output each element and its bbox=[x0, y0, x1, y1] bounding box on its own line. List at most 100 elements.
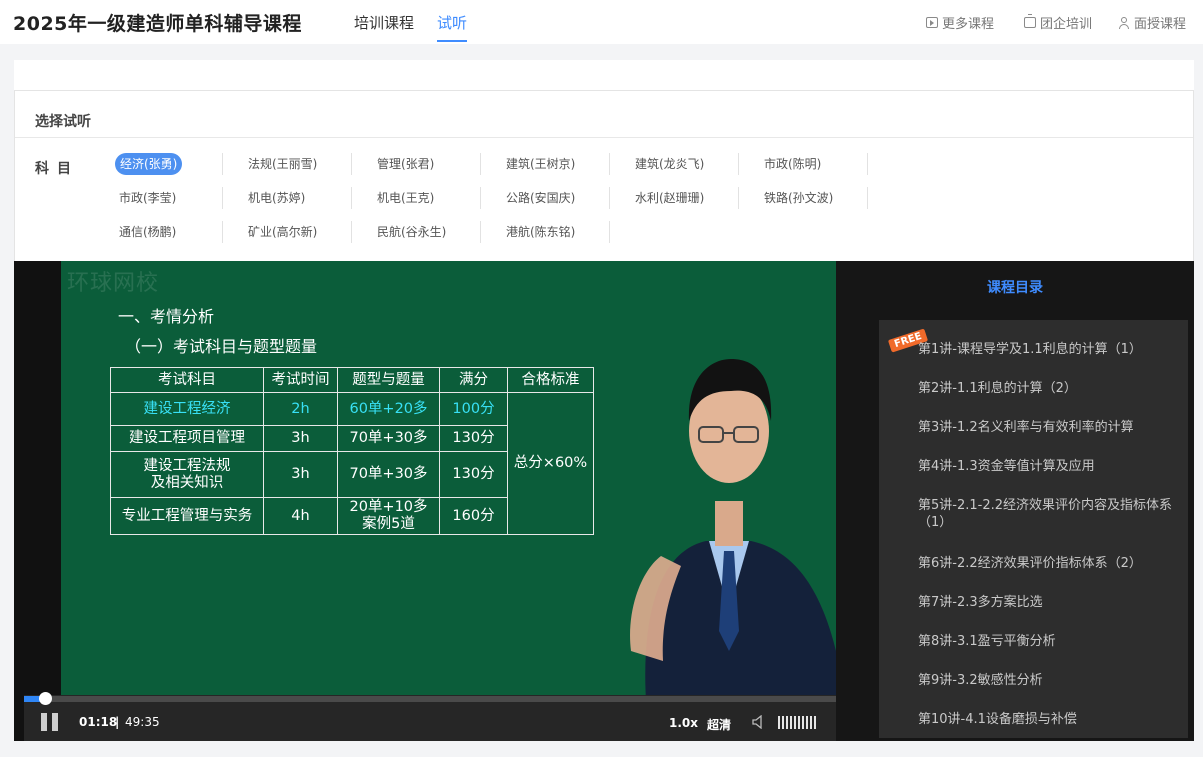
subject-option[interactable]: 水利(赵珊珊) bbox=[631, 187, 708, 209]
subject-option[interactable]: 法规(王丽雪) bbox=[244, 153, 321, 175]
divider bbox=[480, 153, 481, 175]
subject-option[interactable]: 建筑(龙炎飞) bbox=[631, 153, 708, 175]
subject-option[interactable]: 机电(王克) bbox=[373, 187, 438, 209]
table-cell: 4h bbox=[263, 497, 338, 535]
time-divider: | bbox=[115, 715, 120, 729]
watermark: 环球网校 bbox=[67, 271, 160, 296]
subject-option[interactable]: 市政(李莹) bbox=[115, 187, 180, 209]
subject-label: 科目 bbox=[35, 161, 79, 177]
divider bbox=[15, 137, 1193, 138]
current-time: 01:18 bbox=[79, 715, 118, 729]
table-cell: 130分 bbox=[439, 425, 508, 452]
page-title: 2025年一级建造师单科辅导课程 bbox=[13, 13, 302, 35]
video-frame: 环球网校 一、考情分析 （一）考试科目与题型题量 考试科目 考试时间 题型与题量… bbox=[61, 261, 836, 701]
progress-bar[interactable] bbox=[24, 692, 874, 705]
progress-handle[interactable] bbox=[39, 692, 53, 705]
course-catalog: 课程目录 FREE 第1讲-课程导学及1.1利息的计算（1） 第2讲-1.1利息的… bbox=[836, 261, 1194, 741]
table-cell: 2h bbox=[263, 392, 338, 426]
lesson-item[interactable]: 第5讲-2.1-2.2经济效果评价内容及指标体系（1） bbox=[918, 497, 1188, 531]
table-cell: 60单+20多 bbox=[337, 392, 440, 426]
volume-slider[interactable] bbox=[778, 716, 818, 729]
lesson-item[interactable]: 第9讲-3.2敏感性分析 bbox=[918, 672, 1188, 689]
divider bbox=[609, 187, 610, 209]
table-cell: 3h bbox=[263, 425, 338, 452]
group-training-link[interactable]: 团企培训 bbox=[1024, 13, 1092, 32]
lesson-item[interactable]: 第7讲-2.3多方案比选 bbox=[918, 594, 1188, 611]
top-bar: 2025年一级建造师单科辅导课程 培训课程 试听 更多课程 团企培训 面授课程 bbox=[0, 0, 1203, 44]
divider bbox=[867, 153, 868, 175]
subject-option[interactable]: 管理(张君) bbox=[373, 153, 438, 175]
lecturer-image bbox=[630, 359, 836, 701]
slide-heading: 一、考情分析 bbox=[118, 307, 215, 326]
subject-option[interactable]: 矿业(高尔新) bbox=[244, 221, 321, 243]
subject-option[interactable]: 公路(安国庆) bbox=[502, 187, 579, 209]
divider bbox=[738, 153, 739, 175]
table-header: 考试科目 bbox=[110, 367, 264, 393]
subject-option[interactable]: 通信(杨鹏) bbox=[115, 221, 180, 243]
table-header: 考试时间 bbox=[263, 367, 338, 393]
subject-option[interactable]: 经济(张勇) bbox=[115, 153, 183, 175]
divider bbox=[609, 153, 610, 175]
divider bbox=[609, 221, 610, 243]
divider bbox=[351, 153, 352, 175]
group-training-label: 团企培训 bbox=[1040, 17, 1093, 32]
table-header: 合格标准 bbox=[507, 367, 594, 393]
divider bbox=[738, 187, 739, 209]
panel-title: 选择试听 bbox=[35, 114, 91, 130]
lesson-item[interactable]: 第1讲-课程导学及1.1利息的计算（1） bbox=[918, 341, 1188, 358]
table-header: 满分 bbox=[439, 367, 508, 393]
tab-trial[interactable]: 试听 bbox=[437, 12, 468, 42]
more-courses-label: 更多课程 bbox=[942, 17, 995, 32]
lesson-list: FREE 第1讲-课程导学及1.1利息的计算（1） 第2讲-1.1利息的计算（2）… bbox=[879, 320, 1188, 738]
divider bbox=[351, 187, 352, 209]
tab-training-courses[interactable]: 培训课程 bbox=[354, 12, 414, 33]
divider bbox=[867, 187, 868, 209]
divider bbox=[222, 221, 223, 243]
subject-option[interactable]: 建筑(王树京) bbox=[502, 153, 579, 175]
divider bbox=[351, 221, 352, 243]
offline-courses-label: 面授课程 bbox=[1134, 17, 1187, 32]
subject-option[interactable]: 港航(陈东铭) bbox=[502, 221, 579, 243]
offline-courses-link[interactable]: 面授课程 bbox=[1118, 13, 1186, 32]
video-player[interactable]: 环球网校 一、考情分析 （一）考试科目与题型题量 考试科目 考试时间 题型与题量… bbox=[14, 261, 874, 741]
video-icon bbox=[926, 17, 938, 28]
divider bbox=[222, 153, 223, 175]
tv-icon bbox=[1024, 14, 1036, 28]
table-cell: 专业工程管理与实务 bbox=[110, 497, 264, 535]
divider bbox=[222, 187, 223, 209]
subject-option[interactable]: 市政(陈明) bbox=[760, 153, 825, 175]
table-cell: 130分 bbox=[439, 451, 508, 498]
catalog-title: 课程目录 bbox=[987, 280, 1043, 296]
table-cell: 70单+30多 bbox=[337, 425, 440, 452]
lesson-item[interactable]: 第8讲-3.1盈亏平衡分析 bbox=[918, 633, 1188, 650]
subject-option[interactable]: 机电(苏婷) bbox=[244, 187, 309, 209]
table-cell: 100分 bbox=[439, 392, 508, 426]
table-cell: 建设工程项目管理 bbox=[110, 425, 264, 452]
more-courses-link[interactable]: 更多课程 bbox=[926, 13, 994, 32]
subject-selector-panel: 选择试听 科目 经济(张勇) 法规(王丽雪) 管理(张君) 建筑(王树京) 建筑(龙炎飞… bbox=[14, 90, 1194, 262]
duration: 49:35 bbox=[125, 715, 160, 729]
speed-button[interactable]: 1.0x bbox=[669, 716, 698, 730]
blank-banner bbox=[14, 60, 1194, 90]
table-cell: 160分 bbox=[439, 497, 508, 535]
slide-subheading: （一）考试科目与题型题量 bbox=[125, 337, 318, 356]
pause-button[interactable] bbox=[41, 713, 59, 731]
person-icon bbox=[1118, 16, 1130, 29]
quality-button[interactable]: 超清 bbox=[707, 716, 731, 733]
lesson-item[interactable]: 第6讲-2.2经济效果评价指标体系（2） bbox=[918, 555, 1188, 572]
table-header: 题型与题量 bbox=[337, 367, 440, 393]
table-cell: 建设工程经济 bbox=[110, 392, 264, 426]
divider bbox=[480, 187, 481, 209]
lesson-item[interactable]: 第10讲-4.1设备磨损与补偿 bbox=[918, 711, 1188, 728]
exam-table: 考试科目 考试时间 题型与题量 满分 合格标准 建设工程经济 2h 60单+20… bbox=[110, 367, 594, 535]
lesson-item[interactable]: 第2讲-1.1利息的计算（2） bbox=[918, 380, 1188, 397]
lesson-item[interactable]: 第4讲-1.3资金等值计算及应用 bbox=[918, 458, 1188, 475]
table-row: 建设工程经济 2h 60单+20多 100分 总分×60% bbox=[110, 392, 594, 535]
subject-option[interactable]: 民航(谷永生) bbox=[373, 221, 450, 243]
divider bbox=[480, 221, 481, 243]
lesson-item[interactable]: 第3讲-1.2名义利率与有效利率的计算 bbox=[918, 419, 1188, 436]
pass-standard-cell: 总分×60% bbox=[507, 392, 594, 535]
subject-option[interactable]: 铁路(孙文波) bbox=[760, 187, 837, 209]
volume-icon[interactable] bbox=[752, 715, 765, 729]
table-cell: 70单+30多 bbox=[337, 451, 440, 498]
